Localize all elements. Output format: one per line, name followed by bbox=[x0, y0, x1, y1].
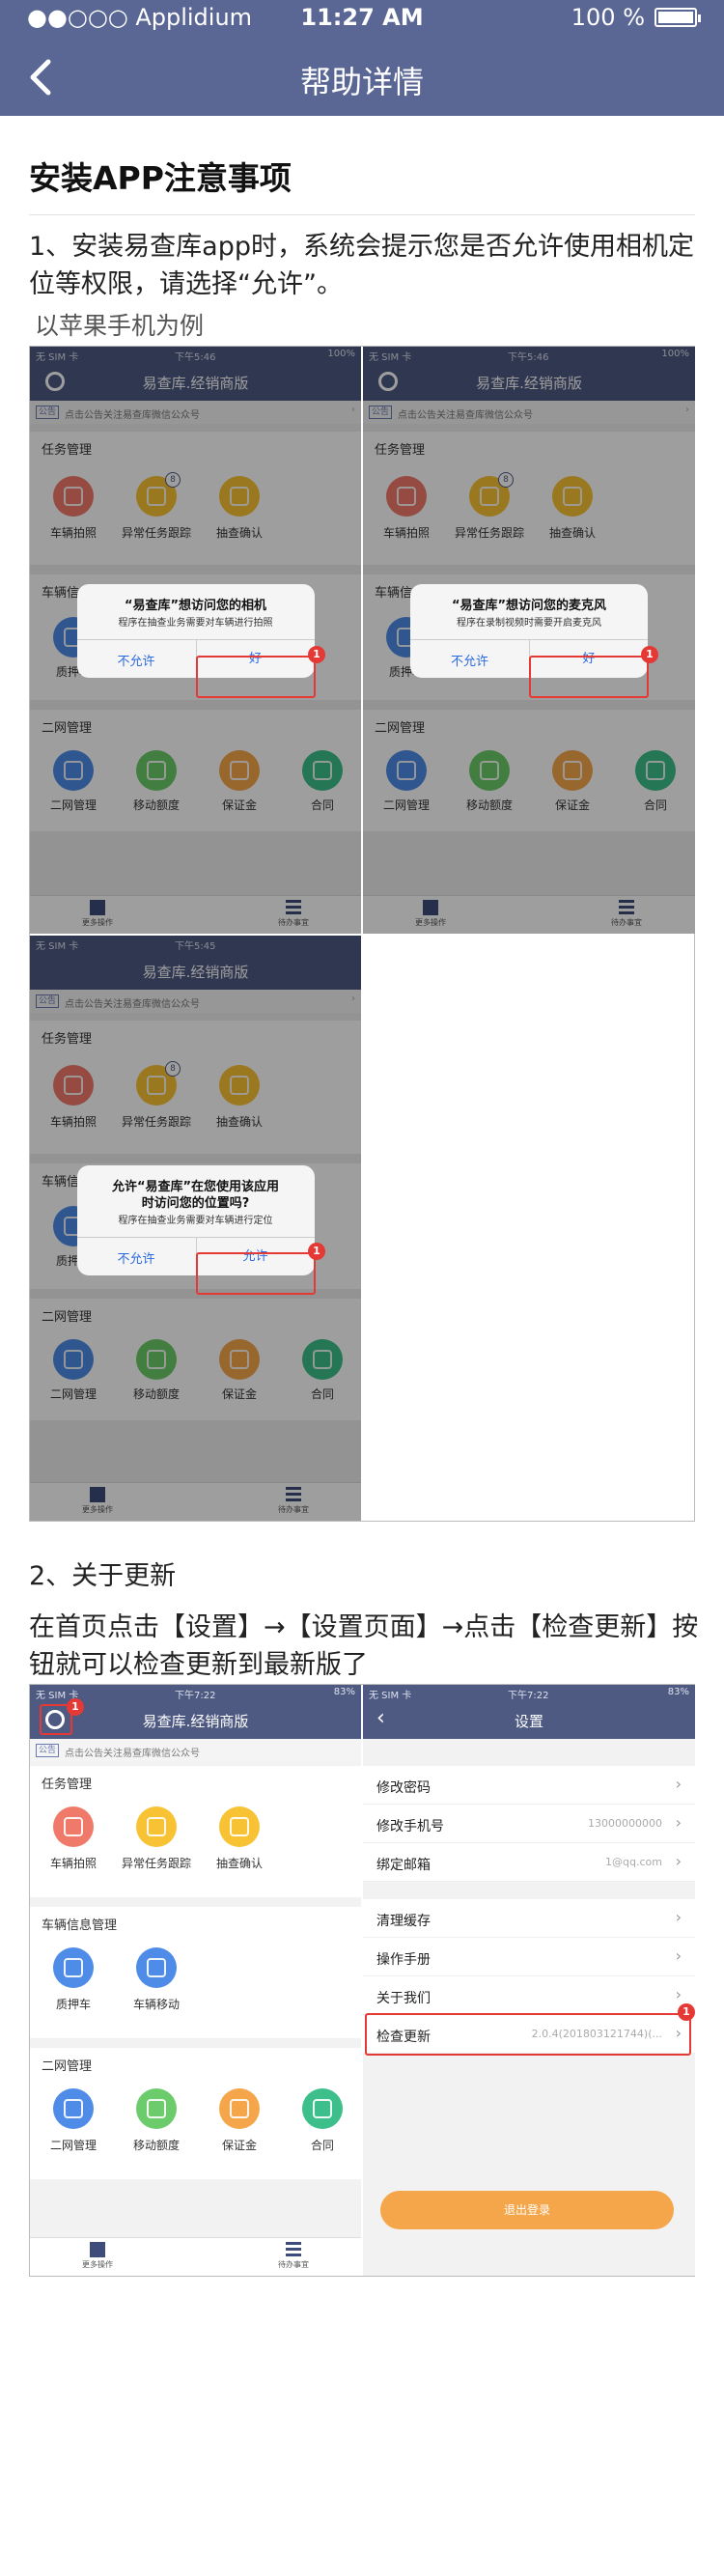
chevron-right-icon: › bbox=[675, 1946, 682, 1965]
alert-message: 程序在抽查业务需要对车辆进行定位 bbox=[118, 1216, 273, 1226]
deny-button[interactable]: 不允许 bbox=[77, 651, 196, 669]
chevron-right-icon: › bbox=[675, 1813, 682, 1832]
chevron-right-icon: › bbox=[675, 1985, 682, 2003]
chevron-right-icon: › bbox=[675, 1852, 682, 1870]
settings-row[interactable]: 绑定邮箱 1@qq.com › bbox=[363, 1843, 695, 1882]
settings-row[interactable]: 清理缓存 › bbox=[363, 1899, 695, 1938]
step2-text: 在首页点击【设置】→【设置页面】→点击【检查更新】按钮就可以检查更新到最新版了 bbox=[29, 1612, 699, 1680]
check-icon[interactable] bbox=[219, 1806, 260, 1847]
page-title: 帮助详情 bbox=[299, 64, 424, 100]
notice-tag: 公告 bbox=[36, 1744, 60, 1757]
deposit-icon[interactable] bbox=[219, 2088, 260, 2129]
battery-area: 100 % bbox=[571, 4, 701, 31]
alert-message: 程序在抽查业务需要对车辆进行拍照 bbox=[118, 618, 273, 629]
battery-percent: 100 % bbox=[571, 4, 645, 31]
settings-row[interactable]: 修改密码 › bbox=[363, 1766, 695, 1805]
task-section: 任务管理 车辆拍照 异常任务跟踪 抽查确认 bbox=[30, 1766, 361, 1897]
item-label: 移动额度 bbox=[132, 2139, 180, 2152]
status-bar: ●●○○○ Applidium 11:27 AM 100 % bbox=[0, 0, 724, 39]
alert-title-line2: 时访问您的位置吗? bbox=[141, 1196, 250, 1211]
step-marker: 1 bbox=[641, 646, 658, 663]
deny-button[interactable]: 不允许 bbox=[410, 651, 529, 669]
item-label: 车辆拍照 bbox=[49, 1857, 97, 1870]
pledge-car-icon[interactable] bbox=[53, 1947, 94, 1988]
item-label: 质押车 bbox=[55, 1998, 91, 2011]
highlight-box bbox=[529, 656, 649, 698]
alert-message: 程序在录制视频时需要开启麦克风 bbox=[457, 618, 601, 629]
screenshot-microphone: 无 SIM 卡下午5:46 100% 易查库.经销商版 公告 点击公告关注易查库微信… bbox=[363, 347, 695, 934]
alert-title: 允许“易查库”在您使用该应用 bbox=[111, 1180, 280, 1194]
camera-icon[interactable] bbox=[53, 1806, 94, 1847]
screenshot-settings: 无 SIM 卡下午7:22 83% ‹ 设置 修改密码 › 修改手机号 13000000… bbox=[363, 1685, 695, 2276]
settings-row[interactable]: 关于我们 › bbox=[363, 1976, 695, 2015]
permission-screenshots: 无 SIM 卡下午5:46 100% 易查库.经销商版 公告 点击公告关注易查库微信… bbox=[29, 346, 695, 1522]
time-label: 下午7:22 bbox=[508, 1691, 549, 1701]
tab-more[interactable]: 更多操作 bbox=[69, 2242, 126, 2270]
settings-row[interactable]: 修改手机号 13000000000 › bbox=[363, 1805, 695, 1843]
grid-icon bbox=[90, 2242, 105, 2257]
article-heading: 安装APP注意事项 bbox=[29, 159, 292, 197]
tab-bar: 更多操作 待办事宜 bbox=[30, 2237, 361, 2276]
highlight-box bbox=[365, 2013, 691, 2056]
screenshot-camera: 无 SIM 卡下午5:46 100% 易查库.经销商版 公告 点击公告关注易查库微信… bbox=[30, 347, 361, 934]
step2-heading: 2、关于更新 bbox=[29, 1561, 177, 1591]
item-label: 保证金 bbox=[221, 2139, 257, 2152]
battery-label: 83% bbox=[333, 1687, 355, 1697]
list-icon bbox=[286, 2242, 301, 2257]
step1-text: 1、安装易查库app时，系统会提示您是否允许使用相机定位等权限，请选择“允许”。 bbox=[29, 232, 694, 299]
settings-title: 设置 bbox=[514, 1713, 543, 1730]
step-marker: 1 bbox=[308, 1243, 325, 1260]
step-marker: 1 bbox=[678, 2003, 695, 2021]
deny-button[interactable]: 不允许 bbox=[77, 1248, 196, 1267]
item-label: 合同 bbox=[310, 2139, 334, 2152]
vehicle-section: 车辆信息管理 质押车 车辆移动 bbox=[30, 1907, 361, 2038]
screenshot-home: 无 SIM 卡下午7:22 83% 易查库.经销商版 1 公告 点击公告关注易查库微… bbox=[30, 1685, 361, 2276]
section-title: 任务管理 bbox=[42, 1778, 93, 1792]
step-marker: 1 bbox=[308, 646, 325, 663]
chevron-right-icon: › bbox=[675, 1775, 682, 1793]
step-marker: 1 bbox=[67, 1698, 84, 1716]
chevron-right-icon: › bbox=[675, 1908, 682, 1926]
item-label: 异常任务跟踪 bbox=[121, 1857, 191, 1870]
logout-button[interactable]: 退出登录 bbox=[380, 2191, 674, 2229]
notice-text: 点击公告关注易查库微信公众号 bbox=[65, 1749, 200, 1759]
time-label: 下午7:22 bbox=[175, 1691, 216, 1701]
battery-label: 83% bbox=[667, 1687, 689, 1697]
section-title: 二网管理 bbox=[42, 2059, 93, 2074]
divider bbox=[29, 214, 695, 215]
sim-label: 无 SIM 卡 bbox=[369, 1691, 412, 1701]
item-label: 二网管理 bbox=[49, 2139, 97, 2152]
screenshot-location: 无 SIM 卡下午5:45 易查库.经销商版 公告 点击公告关注易查库微信公众号 ›… bbox=[30, 936, 361, 1521]
tab-todo[interactable]: 待办事宜 bbox=[265, 2242, 322, 2270]
update-screenshots: 无 SIM 卡下午7:22 83% 易查库.经销商版 1 公告 点击公告关注易查库微… bbox=[29, 1684, 695, 2277]
store-icon[interactable] bbox=[53, 2088, 94, 2129]
example-caption: 以苹果手机为例 bbox=[35, 312, 205, 340]
quota-icon[interactable] bbox=[136, 2088, 177, 2129]
contract-icon[interactable] bbox=[302, 2088, 343, 2129]
highlight-box bbox=[196, 1252, 316, 1295]
alert-title: “易查库”想访问您的相机 bbox=[124, 599, 267, 613]
notice-bar: 公告 点击公告关注易查库微信公众号 bbox=[30, 1739, 361, 1762]
highlight-box bbox=[196, 656, 316, 698]
navigation-bar: 帮助详情 bbox=[0, 39, 724, 116]
alert-title: “易查库”想访问您的麦克风 bbox=[451, 599, 607, 613]
item-label: 车辆移动 bbox=[132, 1998, 180, 2011]
move-icon[interactable] bbox=[136, 1947, 177, 1988]
exception-icon[interactable] bbox=[136, 1806, 177, 1847]
network-section: 二网管理 二网管理 移动额度 保证金 合同 bbox=[30, 2048, 361, 2179]
section-title: 车辆信息管理 bbox=[42, 1918, 118, 1933]
settings-row[interactable]: 操作手册 › bbox=[363, 1938, 695, 1976]
battery-icon bbox=[654, 8, 701, 27]
item-label: 抽查确认 bbox=[215, 1857, 263, 1870]
